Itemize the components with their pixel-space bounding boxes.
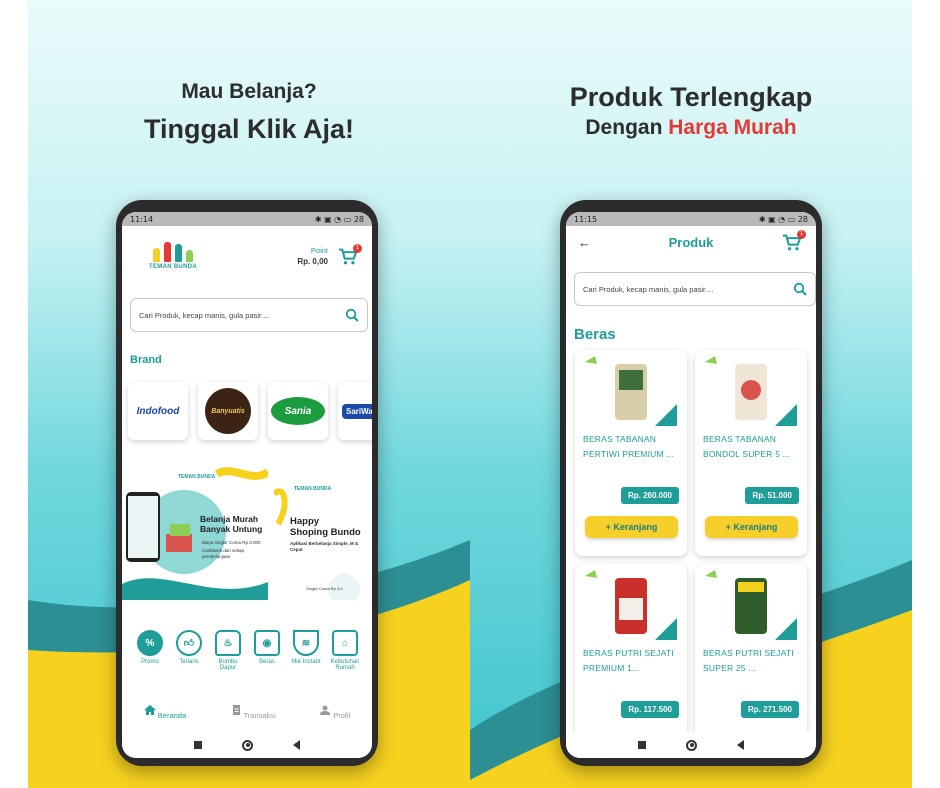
banner-2-subtitle: Aplikasi Berbelanja Simple, M & Cepat (290, 541, 359, 552)
product-price: Rp. 260.000 (620, 487, 679, 504)
document-icon (232, 704, 240, 715)
product-price: Rp. 117.500 (621, 701, 679, 718)
category-kebutuhan-rumah[interactable]: ⌂ Kebutuhan Rumah (329, 630, 361, 671)
phone-frame: 11:15 ✱ ▣ ◔ ▭ 28 ← Produk 1 Cari Produk,… (560, 200, 822, 766)
page-title: Produk (668, 235, 714, 250)
point-balance: Point Rp. 0,00 (297, 246, 328, 266)
cart-badge: 1 (797, 230, 806, 239)
home-icon (143, 704, 156, 715)
search-input[interactable]: Cari Produk, kecap manis, gula pasir.... (574, 272, 816, 306)
product-card[interactable]: BERAS TABANAN BONDOL SUPER 5 ... Rp. 51.… (695, 350, 807, 556)
search-placeholder: Cari Produk, kecap manis, gula pasir.... (139, 310, 270, 320)
headline-line-1: Produk Terlengkap (569, 82, 813, 112)
brand-card-banyuatis[interactable]: Banyuatis (198, 382, 258, 440)
system-nav-bar (122, 732, 372, 758)
headline-line-2: Tinggal Klik Aja! (143, 114, 355, 144)
cart-button[interactable]: 1 (338, 244, 362, 266)
product-card[interactable]: BERAS PUTRI SEJATI PREMIUM 1... Rp. 117.… (575, 564, 687, 758)
category-terlaris[interactable]: 👍︎ Terlaris (173, 630, 205, 671)
noodle-bowl-icon: ≋ (293, 630, 319, 656)
product-price: Rp. 271.500 (740, 701, 799, 718)
phone-frame: 11:14 ✱ ▣ ◔ ▭ 28 TEMAN BUNDA Point Rp. 0… (116, 200, 378, 766)
status-time: 11:14 (130, 214, 154, 224)
recent-apps-button[interactable] (194, 741, 202, 749)
promo-banner-2[interactable]: TEMAN BUNDA Happy Shoping Bundo Aplikasi… (274, 464, 372, 600)
recent-apps-button[interactable] (638, 741, 646, 749)
brand-card-indofood[interactable]: Indofood (128, 382, 188, 440)
cleaning-icon: ⌂ (332, 630, 358, 656)
category-beras[interactable]: ◉ Beras (251, 630, 283, 671)
banner-1-title: Belanja Murah Banyak Untung (200, 514, 263, 534)
category-list: % Promo 👍︎ Terlaris ♨ Bumbu Dapur ◉ Bera… (134, 630, 361, 671)
banner-2-title-2: Shoping Bundo (290, 527, 361, 538)
product-screen: 11:15 ✱ ▣ ◔ ▭ 28 ← Produk 1 Cari Produk,… (566, 212, 816, 758)
headline-line-2: Dengan Harga Murah (585, 116, 797, 139)
banner-1-line-1: Biaya Ongkir Cuma Rp 3.000 (202, 540, 261, 545)
category-bumbu-dapur[interactable]: ♨ Bumbu Dapur (212, 630, 244, 671)
brand-card-sania[interactable]: Sania (268, 382, 328, 440)
user-icon (320, 705, 331, 715)
cart-button[interactable]: 1 (782, 230, 806, 252)
product-image (585, 356, 677, 426)
back-button[interactable] (293, 740, 300, 750)
teman-bunda-logo[interactable]: TEMAN BUNDA (142, 240, 204, 270)
status-bar: 11:14 ✱ ▣ ◔ ▭ 28 (122, 212, 372, 226)
product-grid: BERAS TABANAN PERTIWI PREMIUM ... Rp. 26… (575, 350, 807, 758)
add-to-cart-button[interactable]: + Keranjang (585, 516, 678, 538)
tab-transaksi[interactable]: Transaksi (230, 704, 276, 720)
logo-text: TEMAN BUNDA (149, 264, 197, 270)
home-button[interactable] (686, 739, 697, 751)
brand-section-title: Brand (130, 354, 162, 366)
banner-2-logo: TEMAN BUNDA (294, 486, 332, 492)
promo-banner-1[interactable]: TEMAN BUNDA Belanja Murah Banyak Untung … (122, 464, 268, 600)
search-icon[interactable] (793, 282, 807, 296)
product-name: BERAS TABANAN BONDOL SUPER 5 ... (703, 434, 791, 459)
logo-figures-icon (142, 240, 204, 262)
brand-list: Indofood Banyuatis Sania SariWan (128, 382, 372, 440)
app-bar: ← Produk 1 (566, 226, 816, 260)
tab-profil[interactable]: Profil (319, 705, 350, 720)
product-name: BERAS TABANAN PERTIWI PREMIUM ... (583, 434, 675, 459)
status-icons: ✱ ▣ ◔ ▭ 28 (314, 214, 364, 224)
section-title: Beras (574, 326, 616, 343)
tab-beranda[interactable]: Beranda (143, 704, 186, 720)
product-name: BERAS PUTRI SEJATI PREMIUM 1... (583, 648, 674, 673)
brand-card-sariwangi[interactable]: SariWan (338, 382, 372, 440)
banner-1-line-2: Cashback dari setiap pembelanjaan (202, 548, 245, 559)
product-price: Rp. 51.000 (745, 487, 799, 504)
home-screen: 11:14 ✱ ▣ ◔ ▭ 28 TEMAN BUNDA Point Rp. 0… (122, 212, 372, 758)
product-card[interactable]: BERAS PUTRI SEJATI SUPER 25 ... Rp. 271.… (695, 564, 807, 758)
promo-panel-left: Mau Belanja? Tinggal Klik Aja! 11:14 ✱ ▣… (28, 0, 470, 788)
status-time: 11:15 (574, 214, 598, 224)
headline-line-1: Mau Belanja? (181, 80, 317, 103)
product-card[interactable]: BERAS TABANAN PERTIWI PREMIUM ... Rp. 26… (575, 350, 687, 556)
category-promo[interactable]: % Promo (134, 630, 166, 671)
search-input[interactable]: Cari Produk, kecap manis, gula pasir.... (130, 298, 368, 332)
banner-1-logo: TEMAN BUNDA (178, 474, 216, 480)
point-label: Point (310, 246, 328, 255)
rice-sack-icon: ◉ (254, 630, 280, 656)
banner-2-title-1: Happy (290, 516, 320, 527)
home-button[interactable] (242, 739, 253, 751)
status-icons: ✱ ▣ ◔ ▭ 28 (758, 214, 808, 224)
search-icon[interactable] (345, 308, 359, 322)
back-button[interactable] (737, 740, 744, 750)
search-placeholder: Cari Produk, kecap manis, gula pasir.... (583, 284, 714, 294)
product-name: BERAS PUTRI SEJATI SUPER 25 ... (703, 648, 794, 673)
product-image (705, 356, 797, 426)
promo-icon: % (137, 630, 163, 656)
status-bar: 11:15 ✱ ▣ ◔ ▭ 28 (566, 212, 816, 226)
chef-hat-icon: ♨ (215, 630, 241, 656)
cart-badge: 1 (353, 244, 362, 253)
promo-panel-right: Produk Terlengkap Dengan Harga Murah 11:… (470, 0, 912, 788)
add-to-cart-button[interactable]: + Keranjang (705, 516, 798, 538)
category-mie-instant[interactable]: ≋ Mie Instant (290, 630, 322, 671)
product-image (705, 570, 797, 640)
system-nav-bar (566, 732, 816, 758)
product-image (585, 570, 677, 640)
thumbs-up-icon: 👍︎ (176, 630, 202, 656)
bottom-tab-bar: Beranda Transaksi Profil (122, 692, 372, 732)
point-value: Rp. 0,00 (297, 257, 328, 266)
banner-2-foot: Ongkir Cuma Rp 3.0 (306, 586, 343, 591)
